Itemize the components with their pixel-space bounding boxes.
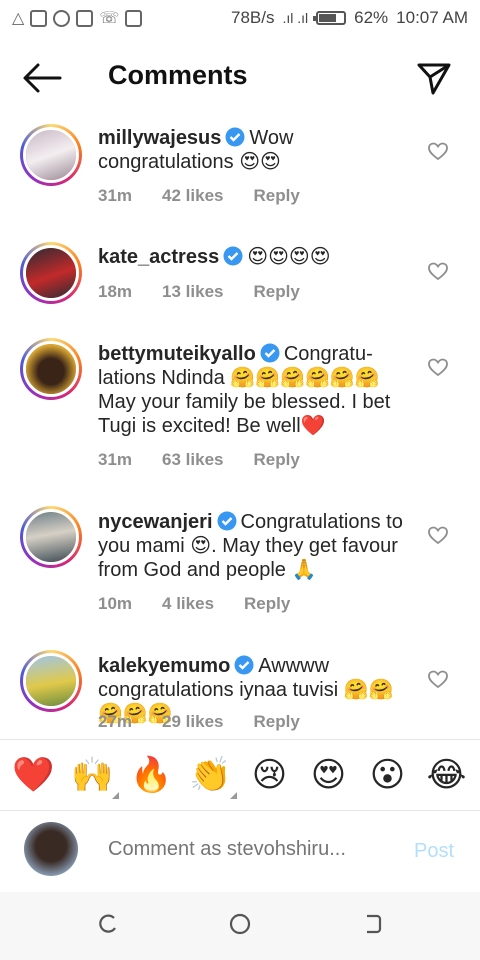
image-icon xyxy=(125,9,143,27)
avatar[interactable] xyxy=(20,242,82,304)
comment-input[interactable] xyxy=(108,838,388,861)
comment-time: 31m xyxy=(98,450,133,469)
comment-likes[interactable]: 42 likes xyxy=(162,186,223,206)
like-heart-icon[interactable] xyxy=(428,358,448,378)
status-bar: △ ☏ 78B/s .ıl .ıl 62% 10:07 AM xyxy=(0,0,480,36)
clock: 10:07 AM xyxy=(396,8,468,27)
comment-likes[interactable]: 4 likes xyxy=(162,594,214,614)
avatar[interactable] xyxy=(20,506,82,568)
post-button[interactable]: Post xyxy=(414,840,454,863)
emoji-clap-button[interactable]: 👏 xyxy=(187,755,237,799)
skin-tone-indicator xyxy=(111,792,119,799)
share-icon[interactable] xyxy=(416,60,452,96)
comment-username[interactable]: kate_actress xyxy=(98,246,219,268)
network-speed: 78B/s xyxy=(230,8,275,27)
avatar[interactable] xyxy=(20,338,82,400)
emoji-heart-eyes-button[interactable]: 😍 xyxy=(305,755,353,795)
like-heart-icon[interactable] xyxy=(428,670,448,690)
emoji-reaction-bar: ❤️ 🙌 🔥 👏 😢 😍 😮 😂 xyxy=(0,739,480,811)
comment-time: 18m xyxy=(98,282,133,301)
comment-username[interactable]: kalekyemumo xyxy=(98,655,230,677)
facebook-icon xyxy=(53,9,71,27)
comments-header: Comments xyxy=(0,50,480,106)
avatar[interactable] xyxy=(20,650,82,712)
emoji-surprised-button[interactable]: 😮 xyxy=(364,755,412,795)
app-icon xyxy=(76,9,94,27)
verified-icon xyxy=(223,246,243,266)
emoji-heart-button[interactable]: ❤️ xyxy=(10,755,58,795)
notification-icons: △ ☏ xyxy=(12,8,143,28)
comment-username[interactable]: bettymuteikyallo xyxy=(98,343,256,365)
reply-button[interactable]: Reply xyxy=(253,450,299,470)
back-nav-icon[interactable] xyxy=(362,912,386,936)
comment-time: 27m xyxy=(98,712,133,731)
comment-username[interactable]: nycewanjeri xyxy=(98,511,213,533)
verified-icon xyxy=(217,511,237,531)
signal-icon: .ıl .ıl xyxy=(282,10,309,26)
recent-apps-icon[interactable] xyxy=(96,912,120,936)
comment-likes[interactable]: 29 likes xyxy=(162,712,223,732)
battery-icon xyxy=(313,11,347,25)
comment-time: 31m xyxy=(98,186,133,205)
page-title: Comments xyxy=(108,60,248,90)
reply-button[interactable]: Reply xyxy=(253,712,299,732)
reply-button[interactable]: Reply xyxy=(253,186,299,206)
emoji-clap-glyph: 👏 xyxy=(189,756,232,794)
comment-composer: Post xyxy=(0,812,480,892)
reply-button[interactable]: Reply xyxy=(253,282,299,302)
current-user-avatar xyxy=(24,822,78,876)
emoji-raised-hands-glyph: 🙌 xyxy=(71,756,114,794)
missed-call-icon: ☏ xyxy=(99,10,120,27)
emoji-laughing-button[interactable]: 😂 xyxy=(423,755,471,795)
comment-text: 😍😍😍😍 xyxy=(247,246,331,268)
emoji-fire-button[interactable]: 🔥 xyxy=(128,755,176,795)
back-arrow-icon[interactable] xyxy=(22,62,62,94)
verified-icon xyxy=(225,127,245,147)
reply-button[interactable]: Reply xyxy=(244,594,290,614)
comment-username[interactable]: millywajesus xyxy=(98,127,221,149)
battery-level: 62% xyxy=(354,8,389,27)
comment-time: 10m xyxy=(98,594,133,613)
verified-icon xyxy=(234,655,254,675)
emoji-raised-hands-button[interactable]: 🙌 xyxy=(69,755,119,799)
like-heart-icon[interactable] xyxy=(428,262,448,282)
comment-likes[interactable]: 13 likes xyxy=(162,282,223,302)
news-icon xyxy=(30,9,48,27)
skin-tone-indicator xyxy=(229,792,237,799)
like-heart-icon[interactable] xyxy=(428,526,448,546)
comment-likes[interactable]: 63 likes xyxy=(162,450,223,470)
avatar[interactable] xyxy=(20,124,82,186)
system-nav-bar xyxy=(0,892,480,960)
verified-icon xyxy=(260,343,280,363)
like-heart-icon[interactable] xyxy=(428,142,448,162)
warning-icon: △ xyxy=(12,10,25,27)
home-icon[interactable] xyxy=(228,912,252,936)
emoji-crying-button[interactable]: 😢 xyxy=(246,755,294,795)
